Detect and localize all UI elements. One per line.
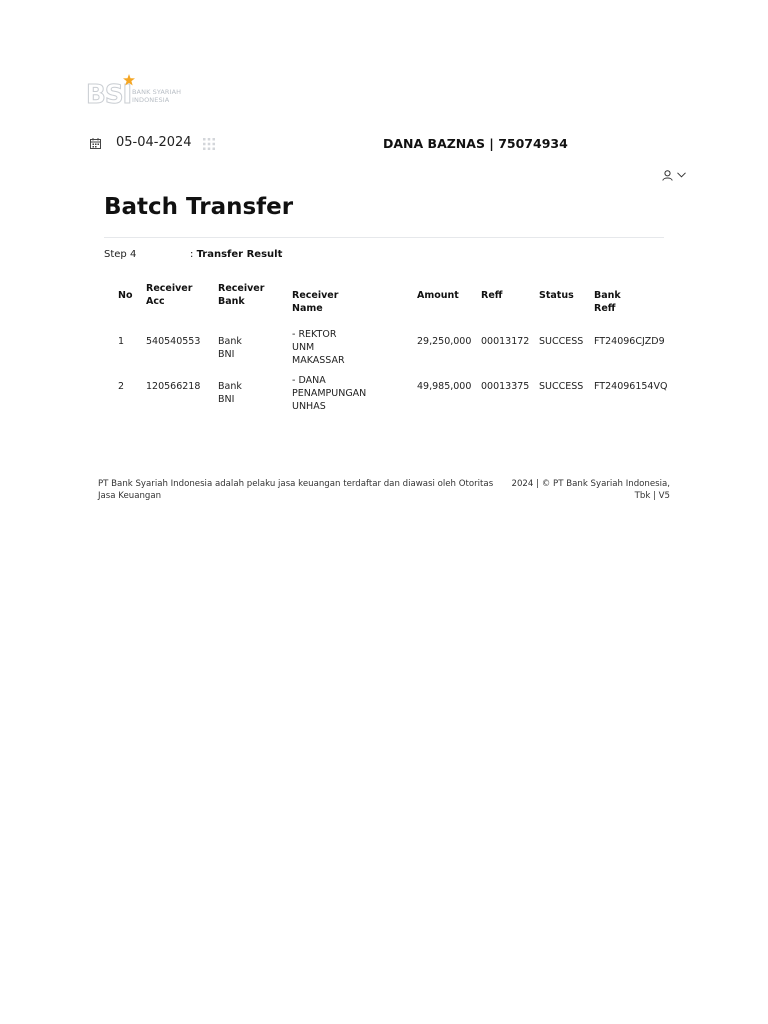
cell-receiver-bank: Bank BNI — [218, 381, 242, 405]
footer-disclaimer: PT Bank Syariah Indonesia adalah pelaku … — [98, 478, 498, 502]
cell-receiver-name: - REKTOR UNM MAKASSAR — [292, 328, 345, 367]
page-title: Batch Transfer — [104, 194, 294, 220]
header-amount: Amount — [417, 290, 459, 301]
cell-receiver-acc: 120566218 — [146, 381, 201, 392]
title-divider — [104, 237, 664, 238]
step-separator: : — [190, 249, 194, 260]
cell-status: SUCCESS — [539, 336, 584, 347]
header-receiver-name: Receiver Name — [292, 290, 339, 314]
header-bank-reff: Bank Reff — [594, 290, 621, 314]
user-menu-button[interactable] — [662, 168, 686, 182]
logo-tagline: BANK SYARIAH INDONESIA — [132, 88, 181, 104]
account-title: DANA BAZNAS | 75074934 — [383, 136, 568, 151]
footer-copyright-line1: 2024 | © PT Bank Syariah Indonesia, — [511, 479, 671, 489]
apps-grid-icon[interactable] — [203, 138, 215, 150]
cell-receiver-acc: 540540553 — [146, 336, 201, 347]
header-receiver-bank: Receiver Bank — [218, 282, 264, 308]
cell-bank-reff: FT24096154VQ — [594, 381, 668, 392]
cell-amount: 49,985,000 — [417, 381, 472, 392]
user-icon — [662, 169, 673, 181]
header-reff: Reff — [481, 290, 503, 301]
header-receiver-bank-line1: Receiver — [218, 283, 265, 294]
header-no: No — [118, 290, 133, 301]
cell-receiver-name-line2: MAKASSAR — [292, 355, 345, 366]
cell-receiver-name-line1: - DANA PENAMPUNGAN — [292, 375, 367, 399]
calendar-icon — [90, 138, 101, 149]
cell-receiver-bank: Bank BNI — [218, 336, 242, 360]
footer-copyright: 2024 | © PT Bank Syariah Indonesia, Tbk … — [505, 478, 671, 502]
header-receiver-acc: Receiver Acc — [146, 282, 192, 308]
step-value-text: Transfer Result — [196, 249, 283, 260]
footer-disclaimer-line1: PT Bank Syariah Indonesia adalah pelaku … — [98, 479, 494, 489]
header-receiver-acc-line2: Acc — [146, 296, 165, 307]
header-receiver-acc-line1: Receiver — [146, 283, 193, 294]
cell-no: 1 — [118, 336, 125, 347]
cell-reff: 00013375 — [481, 381, 530, 392]
header-receiver-bank-line2: Bank — [218, 296, 245, 307]
cell-no: 2 — [118, 381, 125, 392]
footer-disclaimer-line2: Jasa Keuangan — [98, 491, 162, 501]
cell-reff: 00013172 — [481, 336, 530, 347]
header-date: 05-04-2024 — [116, 135, 192, 150]
cell-status: SUCCESS — [539, 381, 584, 392]
step-label: Step 4 — [104, 249, 137, 260]
header-status: Status — [539, 290, 574, 301]
star-icon — [123, 74, 135, 86]
cell-amount: 29,250,000 — [417, 336, 472, 347]
cell-receiver-name-line1: - REKTOR UNM — [292, 329, 337, 353]
chevron-down-icon — [677, 172, 686, 178]
footer-copyright-line2: Tbk | V5 — [634, 491, 670, 501]
step-value: : Transfer Result — [190, 249, 282, 260]
bsi-logo: BSI BANK SYARIAH INDONESIA — [85, 74, 196, 111]
cell-receiver-name-line2: UNHAS — [292, 401, 326, 412]
logo-tagline-line2: INDONESIA — [132, 95, 170, 104]
cell-receiver-name: - DANA PENAMPUNGAN UNHAS — [292, 374, 366, 413]
cell-bank-reff: FT24096CJZD9 — [594, 336, 665, 347]
